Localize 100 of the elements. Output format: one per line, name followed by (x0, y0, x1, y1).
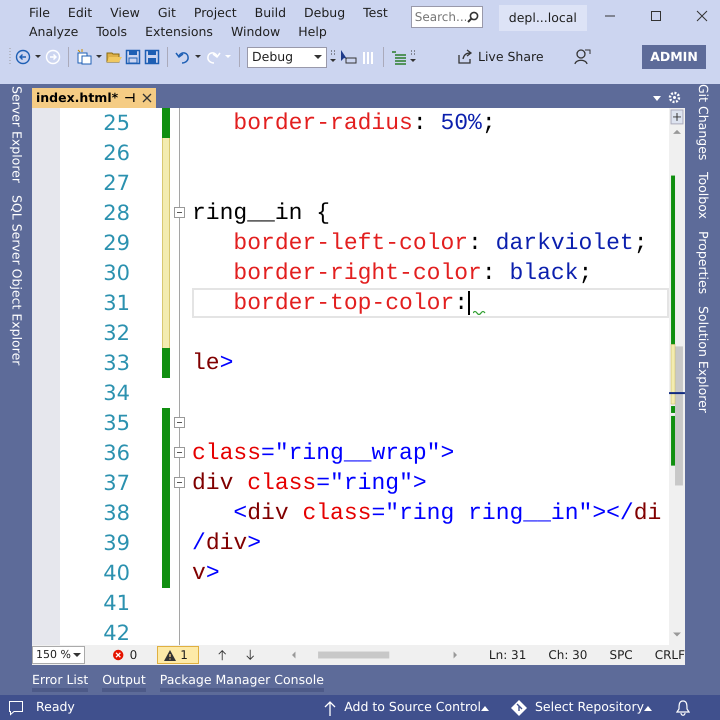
line-number: 28 (102, 200, 130, 227)
cursor-column[interactable]: Ch: 30 (548, 646, 588, 664)
git-icon (510, 700, 527, 716)
collapse-icon[interactable] (174, 417, 184, 428)
code-text: /div> (192, 530, 262, 556)
line-number: 38 (102, 500, 130, 527)
code-text: border-top-color: (192, 290, 470, 316)
menu-item[interactable]: Debug (295, 3, 354, 22)
side-tab[interactable]: Git Changes (693, 84, 712, 160)
collapse-icon[interactable] (174, 477, 184, 488)
next-issue-icon[interactable] (245, 649, 256, 662)
configuration-dropdown[interactable]: Debug (247, 46, 327, 68)
caret-icon (73, 651, 82, 660)
code-text: border-radius: 50%; (232, 110, 496, 136)
account-button[interactable]: ADMIN (642, 45, 706, 69)
line-number: 42 (102, 620, 130, 646)
code-text: border-left-color: darkviolet; (232, 230, 648, 256)
back-icon[interactable] (15, 49, 31, 65)
line-number: 30 (102, 260, 130, 287)
line-number: 40 (102, 560, 130, 587)
caret-icon[interactable] (644, 704, 652, 710)
comment-icon[interactable] (8, 700, 24, 716)
code-text: v> (192, 560, 220, 586)
collapse-icon[interactable] (174, 207, 184, 218)
code-text: div class="ring"> (192, 470, 427, 496)
error-icon (113, 649, 124, 662)
save-icon[interactable] (125, 49, 141, 65)
line-number: 31 (102, 290, 130, 317)
menu-item[interactable]: Tools (87, 22, 136, 41)
previous-issue-icon[interactable] (217, 649, 228, 662)
collapse-icon[interactable] (174, 447, 184, 458)
line-number: 35 (102, 410, 130, 437)
line-number: 32 (102, 320, 130, 347)
code-text: border-right-color: black; (232, 260, 592, 286)
save-all-icon[interactable] (144, 49, 160, 65)
menu-item[interactable]: Edit (58, 3, 102, 22)
caret-icon[interactable] (480, 704, 489, 710)
code-text: le> (192, 350, 234, 376)
indent-icon[interactable] (391, 49, 407, 65)
menu-item[interactable]: Analyze (20, 22, 88, 41)
share-icon (457, 49, 473, 65)
line-number: 34 (102, 380, 130, 407)
cursor-line[interactable]: Ln: 31 (488, 646, 526, 664)
side-tab[interactable]: Properties (693, 231, 712, 294)
line-number: 39 (102, 530, 130, 557)
close-icon[interactable] (142, 92, 152, 103)
zoom-dropdown[interactable]: 150 % (32, 646, 86, 664)
search-field[interactable]: Search... (410, 6, 483, 28)
menu-item[interactable]: Test (354, 3, 397, 22)
side-tab[interactable]: Toolbox (693, 172, 712, 220)
menu-item[interactable]: Project (184, 3, 246, 22)
menu-item[interactable]: Build (246, 3, 296, 22)
line-number: 27 (102, 170, 130, 197)
horizontal-scrollbar[interactable] (292, 649, 457, 662)
menu-item[interactable]: File (20, 3, 59, 22)
pin-toggle[interactable]: ⊣ (124, 88, 136, 108)
line-number: 33 (102, 350, 130, 377)
caret-icon (314, 53, 322, 61)
vertical-scrollbar[interactable] (669, 108, 685, 646)
menu-item[interactable]: Help (289, 22, 336, 41)
code-text: ring__in { (192, 200, 330, 226)
menu-item[interactable]: Git (148, 3, 185, 22)
line-number: 41 (102, 590, 130, 617)
status-text: Ready (36, 698, 75, 716)
side-tab[interactable]: Server Explorer (6, 86, 26, 184)
overflow-icon[interactable] (410, 49, 416, 65)
maximize-icon[interactable] (650, 10, 662, 22)
code-text: class="ring__wrap"> (192, 440, 454, 466)
overflow-icon[interactable] (330, 49, 336, 65)
menu-item[interactable]: Window (222, 22, 290, 41)
search-icon (466, 11, 479, 23)
side-tab[interactable]: SQL Server Object Explorer (6, 195, 26, 366)
pointer-icon[interactable] (339, 49, 357, 65)
live-share-button[interactable]: Live Share (457, 48, 544, 66)
solution-name[interactable]: depl...local (498, 5, 587, 31)
line-number: 29 (102, 230, 130, 257)
line-number: 36 (102, 440, 130, 467)
line-number: 26 (102, 140, 130, 167)
warning-count[interactable]: 1 (157, 646, 200, 664)
notification-icon[interactable] (676, 700, 690, 716)
menu-item[interactable]: View (101, 3, 149, 22)
close-icon[interactable] (696, 10, 708, 22)
line-ending-indicator[interactable]: CRLF (654, 646, 685, 664)
toolbar-grip-icon (8, 47, 12, 67)
feedback-icon[interactable] (572, 48, 591, 66)
error-count[interactable]: 0 (130, 646, 138, 664)
repository-button[interactable]: Select Repository (534, 698, 644, 717)
undo-icon[interactable] (175, 49, 191, 65)
document-tab[interactable]: index.html* ⊣ (32, 88, 156, 108)
arrow-up-icon (324, 700, 336, 716)
text-caret (468, 290, 470, 315)
settings-icon[interactable] (668, 91, 681, 104)
warning-icon (164, 650, 176, 661)
whitespace-indicator[interactable]: SPC (609, 646, 633, 664)
menu-item[interactable]: Extensions (136, 22, 222, 41)
source-control-button[interactable]: Add to Source Control (344, 698, 481, 717)
code-text: <div class="ring ring__in"></di (232, 500, 662, 526)
new-project-icon[interactable] (76, 49, 92, 65)
line-number: 37 (102, 470, 130, 497)
side-tab[interactable]: Solution Explorer (693, 306, 712, 414)
